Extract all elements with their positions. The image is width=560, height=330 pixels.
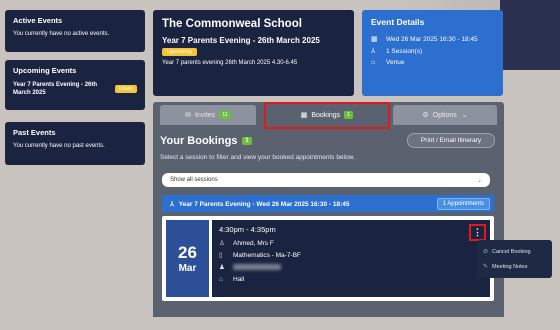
chevron-down-icon: ⌄: [476, 177, 482, 184]
menu-cancel-booking[interactable]: ⊘ Cancel Booking: [483, 244, 546, 259]
session-filter-value: Show all sessions: [170, 177, 218, 183]
header-corner: [500, 0, 560, 70]
booking-card[interactable]: 26 Mar 4:30pm - 4:35pm ♙ Ahmed, Mrs F ▯ …: [162, 216, 494, 301]
booking-subject-row: ▯ Mathematics - Ma-7-BF: [219, 251, 483, 260]
booking-room: Hall: [233, 275, 245, 283]
event-session-text: Year 7 Parents Evening - Wed 26 Mar 2025…: [178, 200, 350, 208]
school-event-card: The Commonweal School Year 7 Parents Eve…: [153, 10, 354, 96]
upcoming-event-name: Year 7 Parents Evening - 26th March 2025: [13, 82, 98, 96]
detail-datetime-text: Wed 26 Mar 2025 16:30 - 18:45: [386, 35, 478, 43]
tab-bar: ✉ Invites 11 ▦ Bookings 1 ⚙ Options ⌄: [153, 102, 504, 129]
booking-context-menu: ⊘ Cancel Booking ✎ Meeting Notes: [477, 240, 552, 278]
gear-icon: ⚙: [422, 112, 429, 119]
invites-icon: ✉: [185, 112, 191, 119]
active-events-title: Active Events: [13, 16, 63, 25]
detail-datetime: ▦ Wed 26 Mar 2025 16:30 - 18:45: [371, 35, 494, 44]
edit-note-icon: ✎: [483, 264, 489, 270]
status-badge: Upcoming: [162, 48, 197, 56]
print-itinerary-button[interactable]: Print / Email Itinerary: [407, 133, 495, 148]
booking-teacher: Ahmed, Mrs F: [233, 239, 274, 247]
book-icon: ▯: [219, 252, 223, 259]
past-events-text: You currently have no past events.: [13, 143, 105, 149]
detail-venue: ⌂ Venue: [371, 59, 494, 66]
booking-info: 4:30pm - 4:35pm ♙ Ahmed, Mrs F ▯ Mathema…: [212, 220, 490, 297]
tab-invites-label: Invites: [194, 111, 216, 119]
your-bookings-count: 1: [242, 137, 252, 145]
tab-options-label: Options: [432, 111, 457, 119]
detail-sessions-text: 1 Session(s): [386, 47, 423, 55]
sessions-icon: ⅄: [371, 48, 376, 55]
school-name: The Commonweal School: [162, 18, 302, 30]
detail-sessions: ⅄ 1 Session(s): [371, 47, 494, 56]
more-options-icon[interactable]: ⋮: [469, 224, 486, 241]
event-session-bar[interactable]: ⅄ Year 7 Parents Evening - Wed 26 Mar 20…: [162, 195, 494, 212]
future-badge: Future: [114, 85, 137, 93]
calendar-icon: ▦: [371, 36, 378, 43]
booking-subject: Mathematics - Ma-7-BF: [233, 251, 301, 259]
building-icon: ⌂: [219, 275, 223, 283]
past-events-title: Past Events: [13, 128, 56, 137]
event-details-card: Event Details ▦ Wed 26 Mar 2025 16:30 - …: [362, 10, 503, 96]
bookings-tab-highlight: [264, 102, 390, 129]
your-bookings-title: Your Bookings: [160, 135, 238, 147]
menu-cancel-booking-label: Cancel Booking: [492, 248, 531, 255]
cancel-circle-icon: ⊘: [483, 249, 489, 255]
past-events-card[interactable]: Past Events You currently have no past e…: [5, 122, 145, 165]
menu-meeting-notes-label: Meeting Notes: [492, 263, 528, 270]
building-icon: ⌂: [371, 59, 376, 66]
menu-meeting-notes[interactable]: ✎ Meeting Notes: [483, 259, 546, 274]
upcoming-events-title: Upcoming Events: [13, 66, 77, 75]
filter-hint: Select a session to filter and view your…: [160, 154, 355, 161]
detail-venue-text: Venue: [386, 59, 405, 66]
booking-month: Mar: [178, 263, 197, 274]
appointments-badge: 1 Appointments: [436, 197, 490, 210]
active-events-card[interactable]: Active Events You currently have no acti…: [5, 10, 145, 52]
upcoming-events-card[interactable]: Upcoming Events Year 7 Parents Evening -…: [5, 60, 145, 110]
main-panel: ✉ Invites 11 ▦ Bookings 1 ⚙ Options ⌄ Yo…: [153, 102, 504, 317]
event-details-title: Event Details: [371, 17, 425, 27]
booking-day: 26: [178, 243, 197, 262]
booking-room-row: ⌂ Hall: [219, 275, 483, 283]
chevron-down-icon: ⌄: [461, 112, 468, 119]
booking-teacher-row: ♙ Ahmed, Mrs F: [219, 239, 483, 248]
session-filter-select[interactable]: Show all sessions ⌄: [162, 173, 490, 187]
active-events-text: You currently have no active events.: [13, 31, 110, 37]
tab-options[interactable]: ⚙ Options ⌄: [393, 105, 497, 125]
booking-date: 26 Mar: [166, 220, 209, 297]
upcoming-event-item[interactable]: Year 7 Parents Evening - 26th March 2025…: [13, 81, 137, 97]
tab-invites[interactable]: ✉ Invites 11: [160, 105, 256, 125]
booking-time: 4:30pm - 4:35pm: [219, 225, 276, 234]
booking-student-row: ♟: [219, 263, 483, 271]
your-bookings-heading: Your Bookings 1: [160, 135, 252, 147]
event-session-text-wrap: ⅄ Year 7 Parents Evening - Wed 26 Mar 20…: [170, 200, 349, 208]
student-name-blurred: [233, 264, 281, 270]
event-title: Year 7 Parents Evening - 26th March 2025: [162, 36, 320, 45]
bookings-content: Your Bookings 1 Print / Email Itinerary …: [153, 129, 504, 317]
sessions-icon: ⅄: [170, 200, 174, 208]
event-subtitle: Year 7 parents evening 26th March 2025 4…: [162, 60, 298, 66]
invites-count-badge: 11: [219, 111, 231, 119]
student-icon: ♟: [219, 264, 225, 271]
teacher-icon: ♙: [219, 240, 225, 247]
